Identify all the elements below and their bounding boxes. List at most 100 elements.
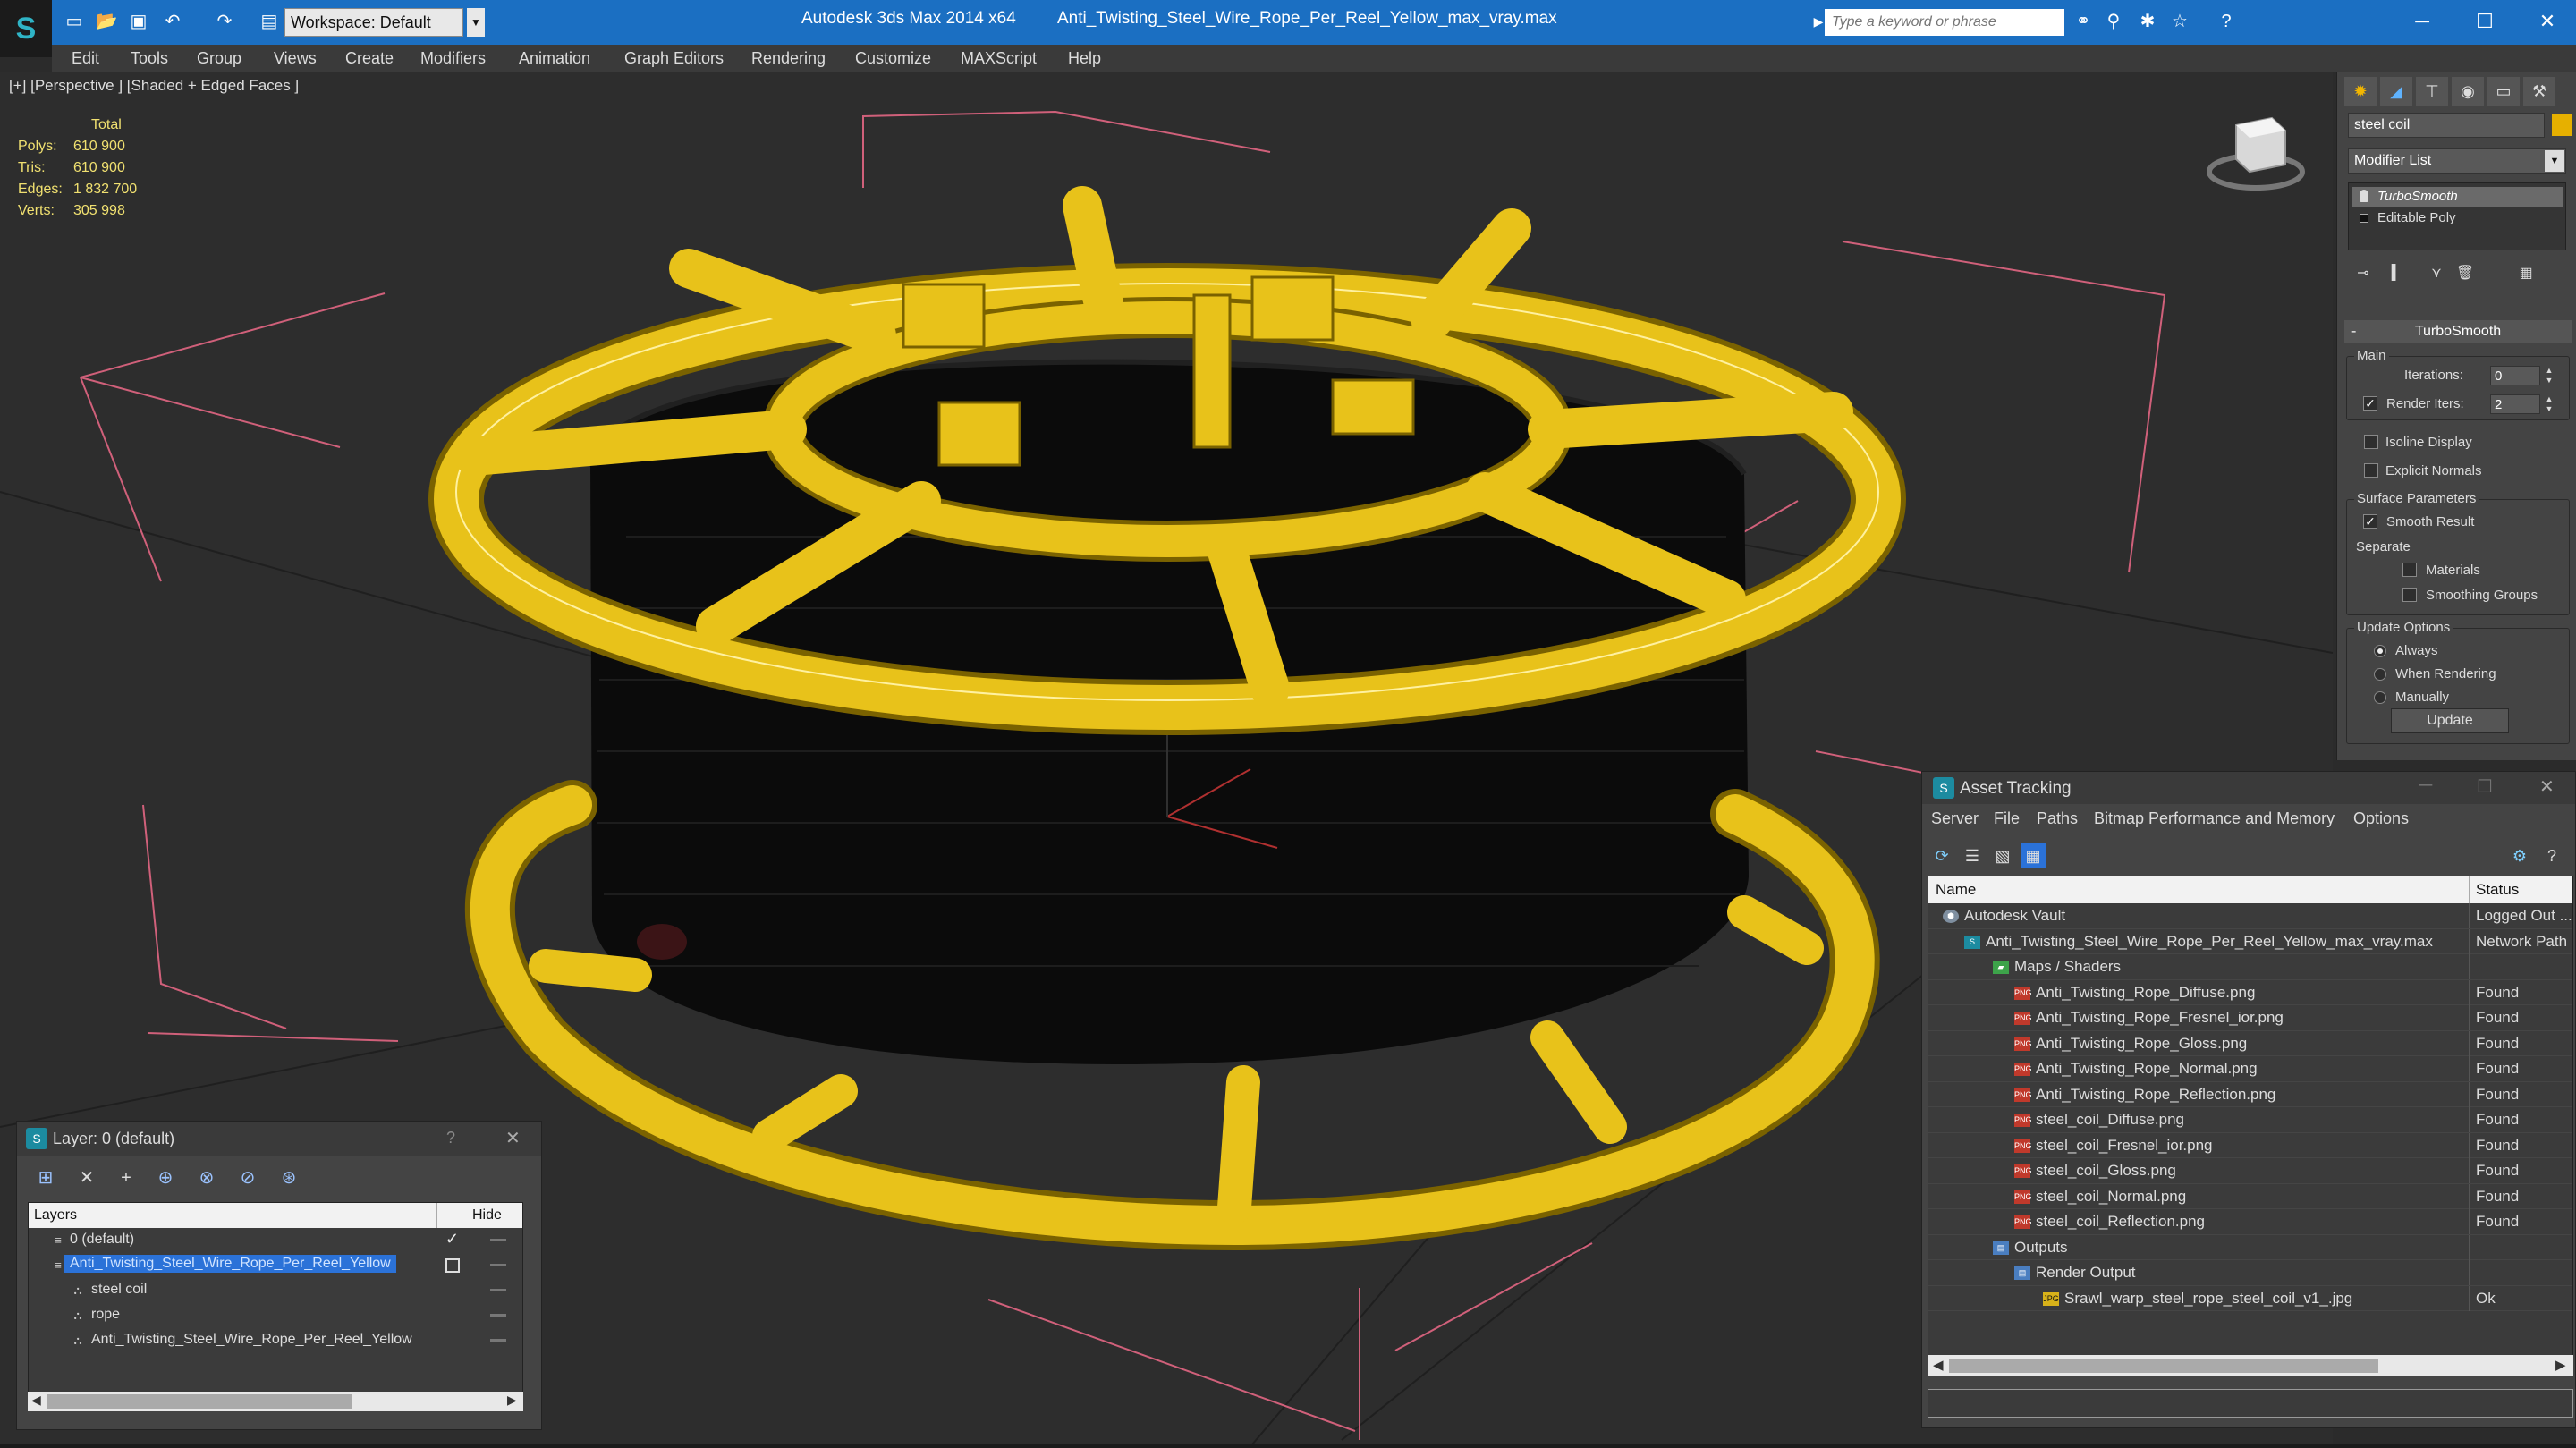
list-view-icon[interactable]: ☰ (1960, 843, 1985, 868)
maximize-icon[interactable]: ☐ (2477, 775, 2493, 798)
asset-row[interactable]: ▤ Render Output (1928, 1260, 2572, 1286)
hierarchy-tab-icon[interactable]: ⊤ (2416, 77, 2448, 106)
expand-icon[interactable] (2360, 214, 2368, 223)
asset-row[interactable]: PNG steel_coil_Reflection.png Found (1928, 1209, 2572, 1235)
subscription-icon[interactable]: ⚲ (2102, 11, 2125, 32)
menu-edit[interactable]: Edit (72, 49, 99, 68)
menu-help[interactable]: Help (1068, 49, 1101, 68)
asset-row[interactable]: ▤ Outputs (1928, 1234, 2572, 1260)
hide-toggle[interactable] (490, 1314, 506, 1317)
asset-row[interactable]: PNG Anti_Twisting_Rope_Fresnel_ior.png Fou… (1928, 1005, 2572, 1031)
search-input[interactable] (1825, 9, 2064, 36)
isoline-checkbox[interactable] (2364, 435, 2378, 449)
menu-animation[interactable]: Animation (519, 49, 590, 68)
chevron-down-icon[interactable]: ▼ (467, 8, 485, 37)
layer-horizontal-scrollbar[interactable]: ◀ ▶ (28, 1392, 523, 1411)
current-layer-check-icon[interactable]: ✓ (445, 1230, 459, 1249)
update-button[interactable]: Update (2391, 708, 2509, 733)
table-view-icon[interactable]: ▦ (2021, 843, 2046, 868)
close-icon[interactable]: ✕ (2539, 775, 2555, 798)
modify-tab-icon[interactable]: ◢ (2380, 77, 2412, 106)
layer-row-reel[interactable]: ≡ Anti_Twisting_Steel_Wire_Rope_Per_Reel… (29, 1253, 522, 1278)
menu-options[interactable]: Options (2353, 809, 2409, 828)
make-unique-icon[interactable]: ⋎ (2423, 261, 2450, 286)
freeze-all-layers-icon[interactable]: ⊛ (275, 1164, 303, 1191)
layer-row-default[interactable]: ≡ 0 (default) ✓ (29, 1228, 522, 1253)
layer-row-object[interactable]: ⛬ steel coil (29, 1278, 522, 1303)
asset-row[interactable]: PNG steel_coil_Diffuse.png Found (1928, 1107, 2572, 1133)
menu-views[interactable]: Views (274, 49, 317, 68)
scrollbar-thumb[interactable] (47, 1394, 352, 1409)
manually-radio[interactable] (2374, 691, 2386, 704)
scroll-left-icon[interactable]: ◀ (31, 1393, 41, 1408)
minimize-icon[interactable]: ─ (2419, 775, 2432, 796)
col-layers[interactable]: Layers (34, 1207, 77, 1224)
turbosmooth-rollout-header[interactable]: - TurboSmooth (2344, 320, 2572, 343)
select-objects-icon[interactable]: ⊕ (151, 1164, 180, 1191)
configure-sets-icon[interactable]: ▦ (2512, 261, 2539, 286)
hide-toggle[interactable] (490, 1264, 506, 1266)
menu-bitmap-performance[interactable]: Bitmap Performance and Memory (2094, 809, 2334, 828)
spinner-arrows-icon[interactable]: ▲ ▼ (2544, 366, 2555, 385)
project-folder-icon[interactable]: ▤ (258, 11, 281, 32)
menu-rendering[interactable]: Rendering (751, 49, 826, 68)
explicit-normals-checkbox[interactable] (2364, 463, 2378, 478)
asset-row[interactable]: ▰ Maps / Shaders (1928, 954, 2572, 980)
show-end-result-icon[interactable]: ▍ (2384, 261, 2411, 286)
object-name-input[interactable] (2348, 113, 2545, 138)
menu-create[interactable]: Create (345, 49, 394, 68)
scroll-right-icon[interactable]: ▶ (2555, 1357, 2566, 1373)
new-file-icon[interactable]: ▭ (63, 11, 86, 32)
hide-toggle[interactable] (490, 1239, 506, 1241)
menu-graph-editors[interactable]: Graph Editors (624, 49, 724, 68)
stack-item-turbosmooth[interactable]: TurboSmooth (2352, 187, 2563, 207)
viewport-label[interactable]: [+] [Perspective ] [Shaded + Edged Faces… (9, 77, 299, 95)
minimize-button[interactable]: ─ (2404, 5, 2440, 38)
menu-customize[interactable]: Customize (855, 49, 931, 68)
undo-icon[interactable]: ↶ (161, 11, 184, 32)
render-iters-checkbox[interactable]: ✓ (2363, 396, 2377, 411)
menu-paths[interactable]: Paths (2037, 809, 2078, 828)
help-icon[interactable]: ? (2539, 843, 2564, 868)
col-hide[interactable]: Hide (472, 1207, 502, 1224)
scrollbar-thumb[interactable] (1949, 1359, 2378, 1373)
smoothing-groups-checkbox[interactable] (2402, 588, 2417, 602)
lightbulb-icon[interactable] (2360, 190, 2368, 202)
menu-file[interactable]: File (1994, 809, 2020, 828)
refresh-icon[interactable]: ⟳ (1929, 843, 1954, 868)
object-color-swatch[interactable] (2552, 114, 2572, 136)
layer-row-object[interactable]: ⛬ rope (29, 1303, 522, 1328)
asset-row[interactable]: JPG Srawl_warp_steel_rope_steel_coil_v1_.… (1928, 1285, 2572, 1311)
motion-tab-icon[interactable]: ◉ (2452, 77, 2484, 106)
always-radio[interactable] (2374, 645, 2386, 657)
maximize-button[interactable]: ☐ (2467, 5, 2503, 38)
when-rendering-radio[interactable] (2374, 668, 2386, 681)
redo-icon[interactable]: ↷ (213, 11, 236, 32)
spinner-arrows-icon[interactable]: ▲ ▼ (2544, 394, 2555, 414)
menu-server[interactable]: Server (1931, 809, 1979, 828)
pin-stack-icon[interactable]: ⊸ (2350, 261, 2377, 286)
asset-row[interactable]: ⬢ Autodesk Vault Logged Out ... (1928, 903, 2572, 929)
asset-row[interactable]: PNG steel_coil_Normal.png Found (1928, 1183, 2572, 1209)
help-icon[interactable]: ? (2215, 11, 2238, 32)
asset-row[interactable]: S Anti_Twisting_Steel_Wire_Rope_Per_Reel_… (1928, 928, 2572, 954)
asset-row[interactable]: PNG steel_coil_Fresnel_ior.png Found (1928, 1132, 2572, 1158)
help-icon[interactable]: ? (446, 1129, 455, 1147)
hide-toggle[interactable] (490, 1339, 506, 1342)
menu-tools[interactable]: Tools (131, 49, 168, 68)
hide-toggle[interactable] (490, 1289, 506, 1291)
favorites-star-icon[interactable]: ☆ (2168, 11, 2191, 32)
display-tab-icon[interactable]: ▭ (2487, 77, 2520, 106)
stack-item-editable-poly[interactable]: Editable Poly (2352, 208, 2563, 228)
highlight-layer-icon[interactable]: ⊗ (192, 1164, 221, 1191)
asset-window-titlebar[interactable]: S Asset Tracking ─ ☐ ✕ (1922, 772, 2575, 804)
menu-modifiers[interactable]: Modifiers (420, 49, 486, 68)
remove-modifier-icon[interactable]: 🗑 (2452, 261, 2479, 286)
menu-group[interactable]: Group (197, 49, 242, 68)
app-logo-icon[interactable]: S (0, 0, 52, 57)
workspace-dropdown[interactable]: Workspace: Default (284, 8, 463, 37)
delete-layer-icon[interactable]: ✕ (72, 1164, 101, 1191)
asset-horizontal-scrollbar[interactable]: ◀ ▶ (1928, 1355, 2573, 1376)
asset-row[interactable]: PNG Anti_Twisting_Rope_Normal.png Found (1928, 1056, 2572, 1082)
hide-all-layers-icon[interactable]: ⊘ (233, 1164, 262, 1191)
